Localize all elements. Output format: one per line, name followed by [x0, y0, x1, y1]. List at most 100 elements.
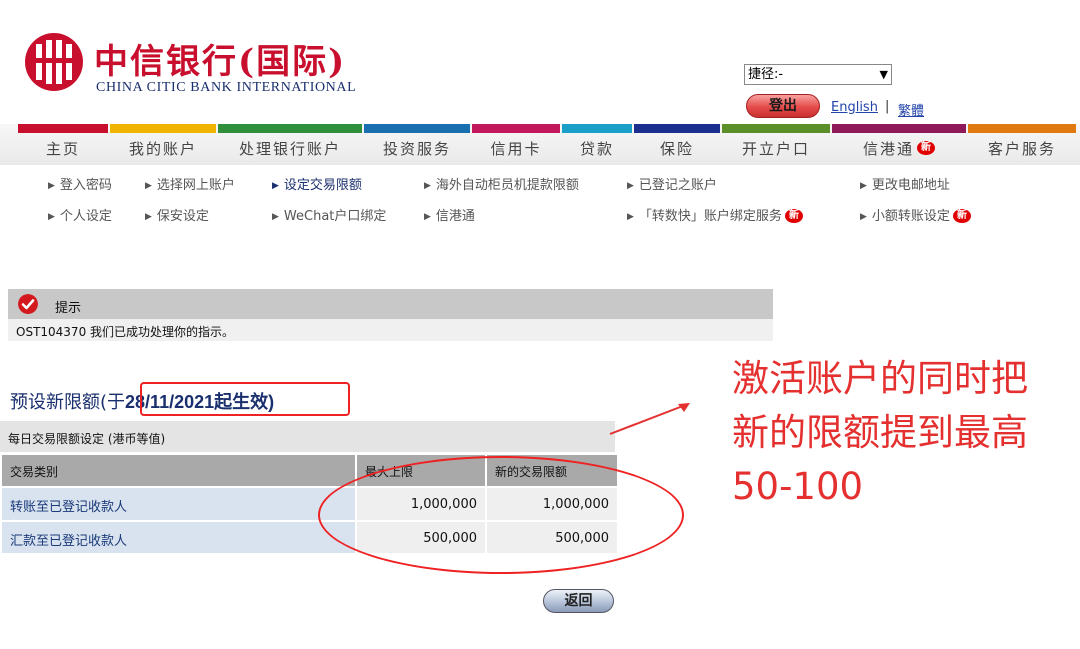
nav-label: 贷款	[579, 140, 614, 158]
annotation-oval	[318, 456, 684, 574]
nav-stripe	[722, 124, 830, 133]
subnav-label: 已登记之账户	[638, 178, 717, 193]
chevron-down-icon: ▼	[879, 68, 888, 81]
subnav-personal-settings[interactable]: ▶ 个人设定	[48, 205, 112, 224]
subnav-xingangtong[interactable]: ▶ 信港通	[424, 205, 475, 224]
nav-item-investment[interactable]: 投资服务	[364, 124, 470, 165]
nav-item-my-accounts[interactable]: 我的账户	[110, 124, 216, 165]
nav-item-credit-card[interactable]: 信用卡	[472, 124, 560, 165]
shortcut-select[interactable]: 捷径:- ▼	[744, 64, 892, 85]
nav-stripe	[218, 124, 362, 133]
logout-button[interactable]: 登出	[746, 94, 820, 118]
subnav-change-email[interactable]: ▶ 更改电邮地址	[860, 174, 950, 193]
triangle-right-icon: ▶	[860, 212, 867, 222]
nav-item-loans[interactable]: 贷款	[562, 124, 632, 165]
english-link[interactable]: English	[831, 100, 878, 115]
main-nav: 主页 我的账户 处理银行账户 投资服务 信用卡 贷款 保险 开立户口 信港通新 …	[0, 124, 1080, 165]
triangle-right-icon: ▶	[627, 212, 634, 222]
subnav-label: 保安设定	[156, 209, 209, 224]
nav-item-open-account[interactable]: 开立户口	[722, 124, 830, 165]
triangle-right-icon: ▶	[860, 181, 867, 191]
nav-label: 信用卡	[490, 140, 542, 158]
subnav-label: 信港通	[435, 209, 475, 224]
subnav-label: 「转数快」账户绑定服务	[638, 209, 782, 224]
new-badge: 新	[917, 141, 935, 155]
subnav-select-online-account[interactable]: ▶ 选择网上账户	[145, 174, 235, 193]
triangle-right-icon: ▶	[424, 181, 431, 191]
triangle-right-icon: ▶	[272, 212, 279, 222]
subnav-registered-accounts[interactable]: ▶ 已登记之账户	[627, 174, 717, 193]
annotation-line: 50-100	[732, 465, 864, 508]
notice-header: 提示	[8, 289, 773, 319]
nav-item-home[interactable]: 主页	[18, 124, 108, 165]
nav-stripe	[562, 124, 632, 133]
citic-emblem-icon	[25, 33, 83, 91]
notice-title: 提示	[55, 301, 82, 316]
subnav-label: 小额转账设定	[871, 209, 950, 224]
nav-label: 投资服务	[382, 140, 451, 158]
subnav-label: 选择网上账户	[156, 178, 235, 193]
nav-stripe	[634, 124, 720, 133]
nav-item-customer-service[interactable]: 客户服务	[968, 124, 1076, 165]
nav-item-banking[interactable]: 处理银行账户	[218, 124, 362, 165]
annotation-text: 激活账户的同时把 新的限额提到最高 50-100	[732, 352, 1028, 514]
annotation-line: 激活账户的同时把	[732, 357, 1028, 400]
nav-label: 保险	[659, 140, 694, 158]
nav-stripe	[110, 124, 216, 133]
nav-item-insurance[interactable]: 保险	[634, 124, 720, 165]
triangle-right-icon: ▶	[48, 181, 55, 191]
nav-label: 主页	[45, 140, 80, 158]
nav-label: 我的账户	[128, 140, 197, 158]
subnav-security-settings[interactable]: ▶ 保安设定	[145, 205, 209, 224]
logo-english-name: CHINA CITIC BANK INTERNATIONAL	[96, 80, 357, 95]
lang-separator: |	[885, 99, 890, 114]
nav-label-wrap: 信港通新	[832, 138, 966, 159]
nav-stripe	[364, 124, 470, 133]
triangle-right-icon: ▶	[145, 212, 152, 222]
new-badge: 新	[784, 209, 803, 223]
triangle-right-icon: ▶	[272, 181, 279, 191]
traditional-chinese-link[interactable]: 繁體	[898, 100, 924, 119]
annotation-line: 新的限额提到最高	[732, 411, 1028, 454]
back-button[interactable]: 返回	[543, 589, 614, 613]
nav-label: 开立户口	[741, 140, 810, 158]
annotation-date-box	[140, 382, 350, 416]
subnav-fps-binding[interactable]: ▶ 「转数快」账户绑定服务新	[627, 205, 803, 224]
subnav-transaction-limits[interactable]: ▶ 设定交易限额	[272, 174, 362, 193]
nav-label: 处理银行账户	[238, 140, 341, 158]
notice-body: OST104370 我们已成功处理你的指示。	[8, 319, 773, 341]
subnav-wechat-binding[interactable]: ▶ WeChat户口绑定	[272, 205, 386, 224]
triangle-right-icon: ▶	[627, 181, 634, 191]
subnav-small-transfer-settings[interactable]: ▶ 小额转账设定新	[860, 205, 971, 224]
logo-chinese-name: 中信银行(国际)	[94, 42, 347, 82]
triangle-right-icon: ▶	[48, 212, 55, 222]
table-caption: 每日交易限额设定 (港币等值)	[0, 421, 615, 452]
row-type-transfer: 转账至已登记收款人	[2, 488, 355, 520]
annotation-arrow-icon	[609, 403, 690, 435]
table-caption-text: 每日交易限额设定 (港币等值)	[8, 432, 166, 446]
triangle-right-icon: ▶	[424, 212, 431, 222]
column-header-type: 交易类别	[2, 455, 355, 486]
row-type-remittance: 汇款至已登记收款人	[2, 522, 355, 553]
subnav-label: 登入密码	[59, 178, 112, 193]
new-badge: 新	[952, 209, 971, 223]
subnav-label: WeChat户口绑定	[283, 209, 387, 224]
subnav-label: 设定交易限额	[283, 178, 362, 193]
bank-logo: 中信银行(国际) CHINA CITIC BANK INTERNATIONAL	[24, 28, 384, 100]
nav-label: 信港通	[862, 140, 914, 158]
nav-stripe	[832, 124, 966, 133]
subnav-overseas-atm-limit[interactable]: ▶ 海外自动柜员机提款限额	[424, 174, 579, 193]
notice-message: OST104370 我们已成功处理你的指示。	[16, 325, 235, 339]
subnav-label: 个人设定	[59, 209, 112, 224]
subnav-label: 更改电邮地址	[871, 178, 950, 193]
shortcut-select-value: 捷径:-	[748, 67, 784, 82]
check-icon	[18, 294, 38, 314]
subnav-login-password[interactable]: ▶ 登入密码	[48, 174, 112, 193]
section-title-prefix: 预设新限额(于	[10, 392, 126, 413]
nav-stripe	[472, 124, 560, 133]
nav-item-xingangtong[interactable]: 信港通新	[832, 124, 966, 165]
nav-stripe	[18, 124, 108, 133]
nav-stripe	[968, 124, 1076, 133]
triangle-right-icon: ▶	[145, 181, 152, 191]
subnav-label: 海外自动柜员机提款限额	[435, 178, 579, 193]
